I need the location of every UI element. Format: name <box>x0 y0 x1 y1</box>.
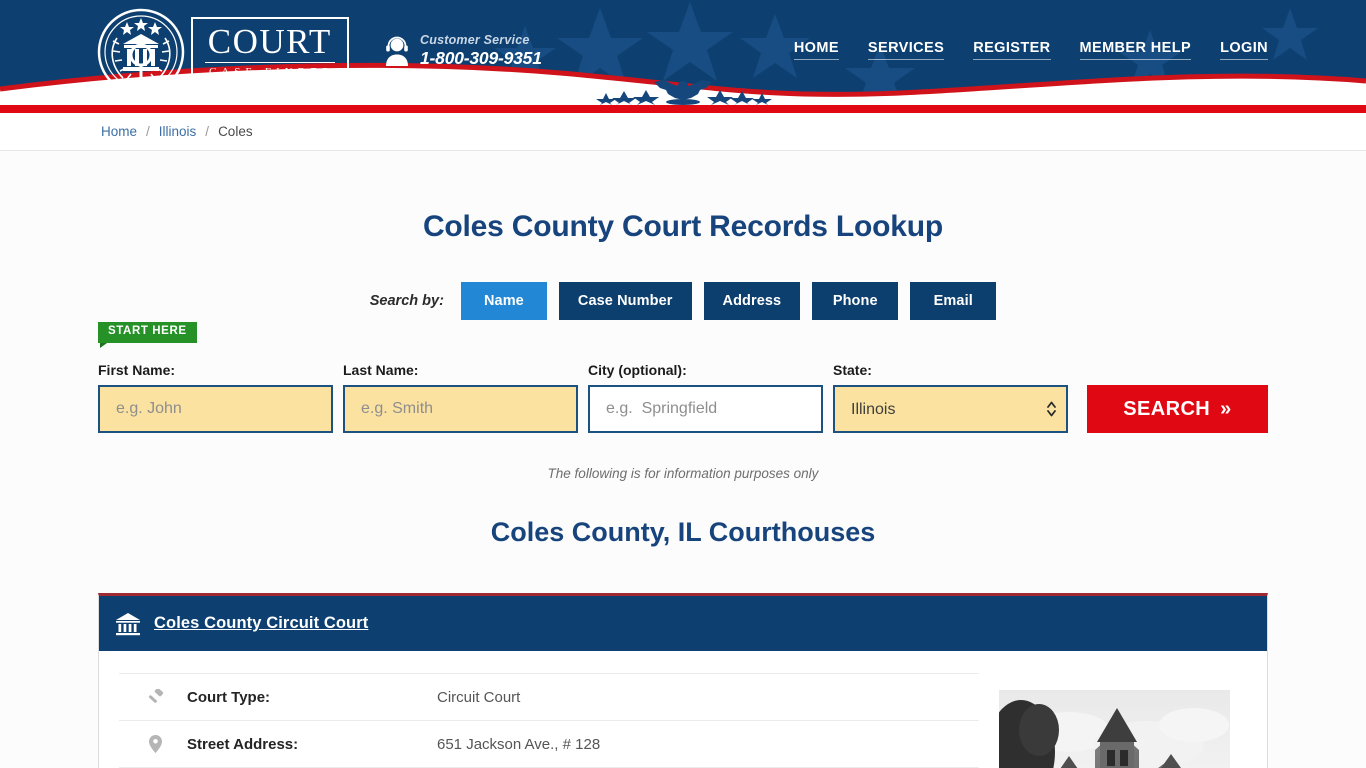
city-input[interactable] <box>588 385 823 433</box>
last-name-field-group: Last Name: <box>343 362 578 433</box>
tab-email[interactable]: Email <box>910 282 997 320</box>
detail-row-court-type: Court Type: Circuit Court <box>119 673 979 720</box>
section-title: Coles County, IL Courthouses <box>490 517 876 547</box>
search-button[interactable]: SEARCH » <box>1087 385 1268 433</box>
gavel-icon <box>145 688 165 706</box>
detail-label-court-type: Court Type: <box>187 688 271 706</box>
logo-title: COURT <box>205 24 335 63</box>
nav-link-services[interactable]: SERVICES <box>867 40 945 60</box>
court-seal-icon <box>97 8 185 96</box>
site-header: COURT CASE FINDER Customer Service 1-800… <box>0 0 1366 105</box>
first-name-label: First Name: <box>98 362 176 378</box>
double-chevron-right-icon: » <box>1220 397 1232 420</box>
first-name-input[interactable] <box>98 385 333 433</box>
start-here-badge: START HERE <box>98 322 197 347</box>
court-detail-list: Court Type: Circuit Court Street Address… <box>119 673 979 768</box>
last-name-input[interactable] <box>343 385 578 433</box>
tab-address[interactable]: Address <box>703 282 801 320</box>
breadcrumb-item-coles: Coles <box>218 124 253 139</box>
breadcrumb: Home / Illinois / Coles <box>0 113 1366 151</box>
breadcrumb-item-illinois[interactable]: Illinois <box>159 124 197 139</box>
header-red-bar <box>0 105 1366 113</box>
search-form: START HERE First Name: Last Name: City (… <box>98 320 1268 433</box>
tab-case-number[interactable]: Case Number <box>558 282 692 320</box>
map-pin-icon <box>145 735 165 753</box>
court-card-title[interactable]: Coles County Circuit Court <box>154 614 368 633</box>
tab-phone[interactable]: Phone <box>812 282 899 320</box>
logo-subtitle: CASE FINDER <box>209 66 335 78</box>
nav-link-register[interactable]: REGISTER <box>973 40 1051 60</box>
city-label: City (optional): <box>588 362 687 378</box>
logo-wordmark: COURT CASE FINDER <box>191 17 349 87</box>
headset-support-icon <box>386 36 408 66</box>
state-select[interactable]: Illinois <box>833 385 1068 433</box>
nav-link-login[interactable]: LOGIN <box>1220 40 1268 60</box>
state-field-group: State: Illinois <box>833 362 1068 433</box>
search-by-tabs: Search by: Name Case Number Address Phon… <box>0 282 1366 320</box>
court-card-body: Court Type: Circuit Court Street Address… <box>99 651 1267 768</box>
detail-value-street-address: 651 Jackson Ave., # 128 <box>437 735 601 753</box>
disclaimer-text: The following is for information purpose… <box>547 466 819 481</box>
courthouse-bank-icon <box>116 612 140 635</box>
first-name-field-group: First Name: <box>98 362 333 433</box>
search-by-label: Search by: <box>369 293 444 309</box>
site-logo[interactable]: COURT CASE FINDER <box>97 6 352 98</box>
page-title: Coles County Court Records Lookup <box>422 210 944 243</box>
detail-value-court-type: Circuit Court <box>437 688 521 706</box>
breadcrumb-separator: / <box>146 124 150 139</box>
courthouse-photo <box>987 690 1230 768</box>
detail-label-street-address: Street Address: <box>187 735 299 753</box>
state-label: State: <box>833 362 872 378</box>
search-button-label: SEARCH <box>1123 397 1211 420</box>
tab-name[interactable]: Name <box>460 282 547 320</box>
main-navigation: HOME SERVICES REGISTER MEMBER HELP LOGIN <box>793 40 1268 60</box>
city-field-group: City (optional): <box>588 362 823 433</box>
breadcrumb-separator: / <box>205 124 210 139</box>
customer-service-label: Customer Service <box>420 33 530 47</box>
court-card: Coles County Circuit Court Court Type: C… <box>98 593 1268 768</box>
nav-link-home[interactable]: HOME <box>793 40 839 60</box>
customer-service-phone[interactable]: 1-800-309-9351 <box>420 48 542 68</box>
page-body: Coles County Court Records Lookup Search… <box>0 151 1366 768</box>
nav-link-member-help[interactable]: MEMBER HELP <box>1079 40 1192 60</box>
last-name-label: Last Name: <box>343 362 419 378</box>
detail-row-street-address: Street Address: 651 Jackson Ave., # 128 <box>119 720 979 767</box>
breadcrumb-item-home[interactable]: Home <box>101 124 137 139</box>
customer-service-block: Customer Service 1-800-309-9351 <box>384 33 542 69</box>
court-card-header: Coles County Circuit Court <box>99 596 1267 651</box>
